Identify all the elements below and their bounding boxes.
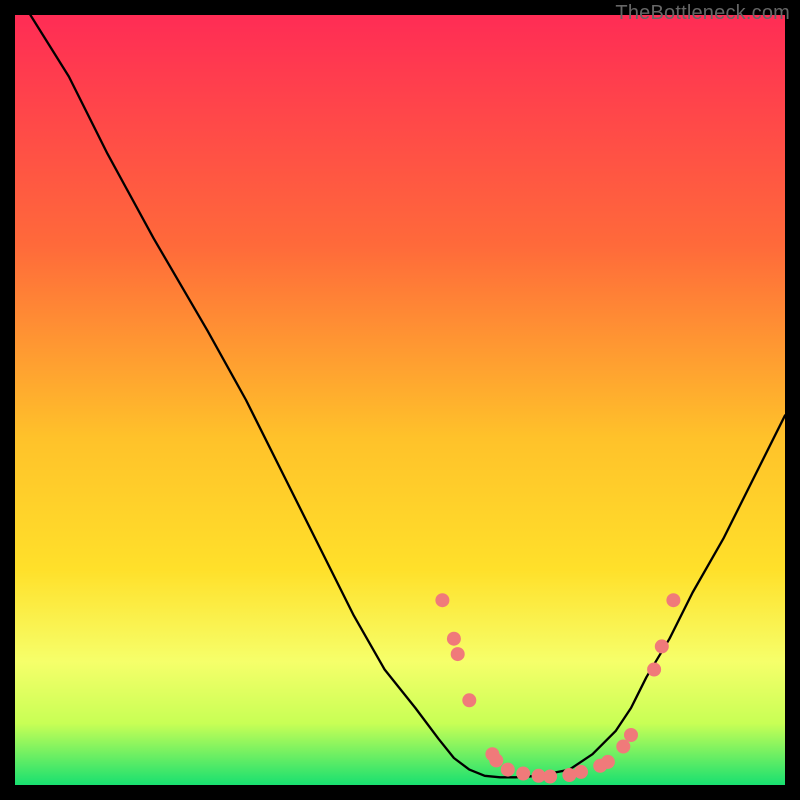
curve-marker [451,647,465,661]
bottleneck-curve-chart [15,15,785,785]
chart-plot-area [15,15,785,785]
curve-marker [516,767,530,781]
curve-marker [666,593,680,607]
attribution-label: TheBottleneck.com [615,2,790,25]
curve-marker [447,632,461,646]
curve-marker [647,663,661,677]
gradient-background [15,15,785,785]
curve-marker [624,728,638,742]
curve-marker [574,765,588,779]
curve-marker [543,770,557,784]
curve-marker [435,593,449,607]
curve-marker [462,693,476,707]
curve-marker [601,755,615,769]
curve-marker [616,740,630,754]
curve-marker [489,753,503,767]
curve-marker [655,639,669,653]
curve-marker [501,763,515,777]
chart-frame: TheBottleneck.com [0,0,800,800]
